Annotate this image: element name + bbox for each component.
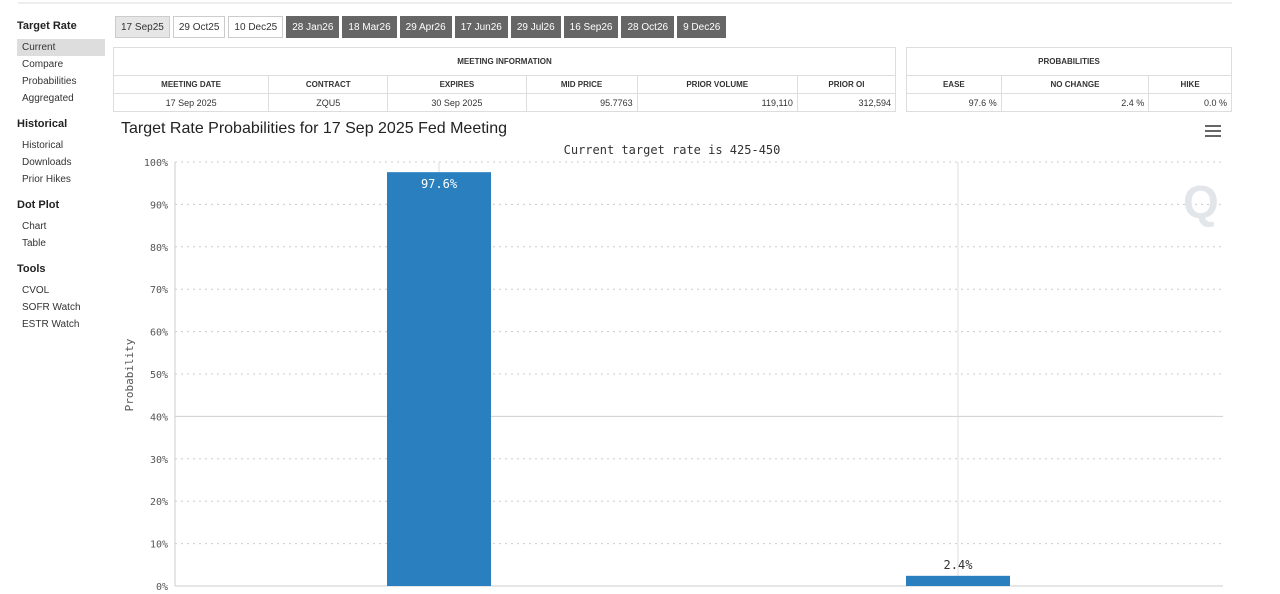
sidebar-item-current[interactable]: Current bbox=[17, 39, 105, 56]
probability-bar[interactable] bbox=[387, 172, 491, 586]
tab-meeting-date[interactable]: 28 Oct26 bbox=[621, 16, 675, 38]
sidebar-item-table[interactable]: Table bbox=[17, 235, 105, 252]
meeting-info-caption: MEETING INFORMATION bbox=[113, 47, 896, 76]
probability-chart: 0% 10% 20% 30% 40% 50% 60% 70% 80% 90% 100% Probabi… bbox=[113, 113, 1231, 594]
chart-subtitle: Current target rate is 425-450 bbox=[563, 143, 781, 157]
table-cell: 312,594 bbox=[796, 93, 897, 112]
sidebar-item-sofr-watch[interactable]: SOFR Watch bbox=[17, 299, 105, 316]
tab-meeting-date[interactable]: 29 Jul26 bbox=[510, 16, 561, 38]
sidebar-item-aggregated[interactable]: Aggregated bbox=[17, 90, 105, 107]
probabilities-caption: PROBABILITIES bbox=[906, 47, 1232, 76]
y-tick-label: 10% bbox=[150, 540, 168, 551]
table-header-cell: MID PRICE bbox=[525, 75, 638, 94]
bar-data-label: 97.6% bbox=[421, 177, 458, 191]
tab-meeting-date[interactable]: 29 Oct25 bbox=[172, 16, 226, 38]
meeting-tabs: 17 Sep25 29 Oct25 10 Dec25 28 Jan26 18 Mar26… bbox=[115, 16, 727, 38]
sidebar-section: Target Rate Current Compare Probabilities Ag… bbox=[17, 20, 105, 107]
table-header-cell: PRIOR VOLUME bbox=[636, 75, 798, 94]
tab-meeting-date[interactable]: 29 Apr26 bbox=[399, 16, 452, 38]
tab-meeting-date[interactable]: 10 Dec25 bbox=[228, 16, 284, 38]
table-cell: 30 Sep 2025 bbox=[387, 93, 527, 112]
table-cell: 0.0 % bbox=[1148, 93, 1232, 112]
y-tick-label: 80% bbox=[150, 243, 168, 254]
y-tick-label: 90% bbox=[150, 200, 168, 211]
table-header-cell: MEETING DATE bbox=[112, 75, 270, 94]
sidebar-item-probabilities[interactable]: Probabilities bbox=[17, 73, 105, 90]
probabilities-table: PROBABILITIES EASE NO CHANGE HIKE 97.6 % 2.… bbox=[906, 47, 1232, 112]
tab-meeting-date[interactable]: 28 Jan26 bbox=[286, 16, 340, 38]
top-divider bbox=[18, 2, 1232, 4]
tab-meeting-date[interactable]: 18 Mar26 bbox=[342, 16, 397, 38]
sidebar-item-compare[interactable]: Compare bbox=[17, 56, 105, 73]
probability-bar[interactable] bbox=[906, 575, 1010, 586]
sidebar-item-chart[interactable]: Chart bbox=[17, 218, 105, 235]
y-tick-label: 70% bbox=[150, 285, 168, 296]
sidebar-section-title: Dot Plot bbox=[17, 199, 60, 211]
table-header-cell: EASE bbox=[906, 75, 1002, 94]
y-tick-label: 50% bbox=[150, 370, 168, 381]
sidebar-section-title: Historical bbox=[17, 118, 68, 130]
tab-meeting-date[interactable]: 16 Sep26 bbox=[563, 16, 619, 38]
chart-title: Target Rate Probabilities for 17 Sep 202… bbox=[121, 120, 508, 137]
table-header-cell: HIKE bbox=[1148, 75, 1232, 94]
y-axis-label: Probability bbox=[123, 338, 136, 411]
y-tick-label: 100% bbox=[144, 158, 168, 169]
tab-meeting-date[interactable]: 17 Jun26 bbox=[454, 16, 508, 38]
sidebar-section-title: Tools bbox=[17, 263, 46, 275]
tab-meeting-date[interactable]: 9 Dec26 bbox=[677, 16, 727, 38]
table-header-cell: NO CHANGE bbox=[1000, 75, 1150, 94]
sidebar: Target Rate Current Compare Probabilities Ag… bbox=[17, 20, 105, 344]
chart-menu-icon[interactable] bbox=[1205, 125, 1221, 139]
y-tick-label: 40% bbox=[150, 412, 168, 423]
sidebar-section-title: Target Rate bbox=[17, 20, 77, 32]
y-tick-label: 30% bbox=[150, 455, 168, 466]
chart-svg: 0% 10% 20% 30% 40% 50% 60% 70% 80% 90% 100% Probabi… bbox=[123, 158, 1223, 593]
bar-data-label: 2.4% bbox=[944, 558, 974, 572]
sidebar-item-downloads[interactable]: Downloads bbox=[17, 154, 105, 171]
sidebar-section: Historical Historical Downloads Prior Hikes bbox=[17, 118, 105, 188]
table-cell: 97.6 % bbox=[906, 93, 1002, 112]
y-tick-label: 20% bbox=[150, 497, 168, 508]
sidebar-section: Dot Plot Chart Table bbox=[17, 199, 105, 252]
sidebar-item-cvol[interactable]: CVOL bbox=[17, 282, 105, 299]
table-cell: 2.4 % bbox=[1000, 93, 1150, 112]
sidebar-section: Tools CVOL SOFR Watch ESTR Watch bbox=[17, 263, 105, 333]
watermark-logo: Q bbox=[1183, 176, 1219, 228]
y-tick-label: 60% bbox=[150, 328, 168, 339]
table-cell: 17 Sep 2025 bbox=[112, 93, 270, 112]
table-cell: 119,110 bbox=[636, 93, 798, 112]
tab-meeting-date[interactable]: 17 Sep25 bbox=[115, 16, 170, 38]
y-tick-label: 0% bbox=[156, 582, 168, 593]
sidebar-item-historical[interactable]: Historical bbox=[17, 137, 105, 154]
meeting-info-table: MEETING INFORMATION MEETING DATE CONTRACT… bbox=[112, 47, 897, 112]
sidebar-item-estr-watch[interactable]: ESTR Watch bbox=[17, 316, 105, 333]
table-cell: 95.7763 bbox=[525, 93, 638, 112]
sidebar-item-prior-hikes[interactable]: Prior Hikes bbox=[17, 171, 105, 188]
table-cell: ZQU5 bbox=[268, 93, 389, 112]
table-header-cell: CONTRACT bbox=[268, 75, 389, 94]
table-header-cell: EXPIRES bbox=[387, 75, 527, 94]
table-header-cell: PRIOR OI bbox=[796, 75, 897, 94]
